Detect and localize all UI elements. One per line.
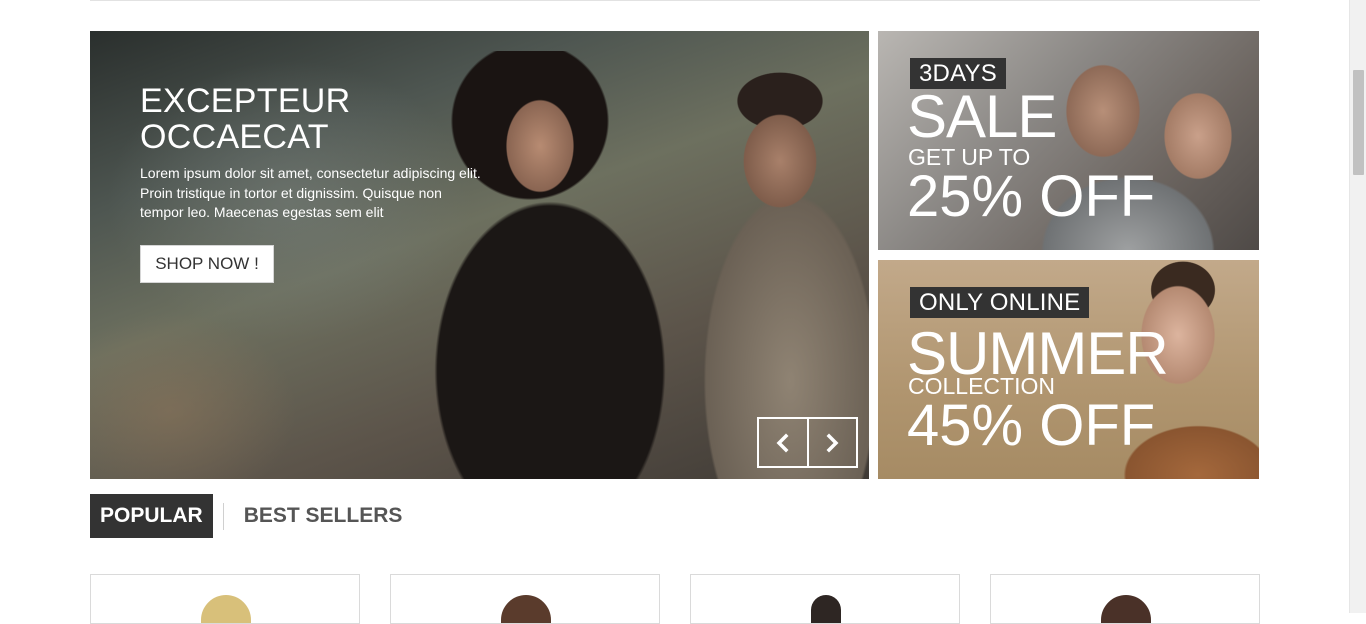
promo-offer: 25% OFF	[907, 164, 1156, 229]
promo-banner-summer[interactable]: ONLY ONLINE SUMMER COLLECTION 45% OFF	[878, 260, 1259, 479]
product-card[interactable]	[390, 574, 660, 624]
scrollbar-thumb[interactable]	[1353, 70, 1364, 175]
product-image	[201, 595, 251, 623]
page-scrollbar[interactable]	[1349, 0, 1366, 613]
slider-next-button[interactable]	[806, 419, 857, 466]
tab-popular[interactable]: POPULAR	[90, 494, 213, 538]
shop-now-button[interactable]: SHOP NOW !	[140, 245, 274, 283]
hero-model-man-image	[670, 51, 869, 479]
tab-best-sellers[interactable]: BEST SELLERS	[234, 494, 413, 538]
slider-prev-button[interactable]	[759, 419, 807, 466]
tab-divider	[222, 502, 224, 530]
product-image	[501, 595, 551, 623]
product-card[interactable]	[990, 574, 1260, 624]
promo-headline: SALE	[907, 83, 1057, 150]
hero-model-woman-image	[410, 51, 710, 479]
chevron-left-icon	[776, 433, 789, 452]
promo-tag: ONLY ONLINE	[910, 287, 1090, 318]
chevron-right-icon	[826, 433, 839, 452]
product-card[interactable]	[90, 574, 360, 624]
top-divider	[90, 0, 1260, 1]
hero-title: EXCEPTEUR OCCAECAT	[140, 82, 351, 156]
promo-banner-sale[interactable]: 3DAYS SALE GET UP TO 25% OFF	[878, 31, 1259, 250]
product-image	[811, 595, 841, 623]
product-image	[1101, 595, 1151, 623]
product-tabs: POPULAR BEST SELLERS	[90, 494, 412, 538]
product-card[interactable]	[690, 574, 960, 624]
slider-nav	[757, 417, 858, 468]
promo-offer: 45% OFF	[907, 393, 1156, 458]
hero-description: Lorem ipsum dolor sit amet, consectetur …	[140, 165, 481, 220]
hero-slider[interactable]: EXCEPTEUR OCCAECAT Lorem ipsum dolor sit…	[90, 31, 869, 479]
